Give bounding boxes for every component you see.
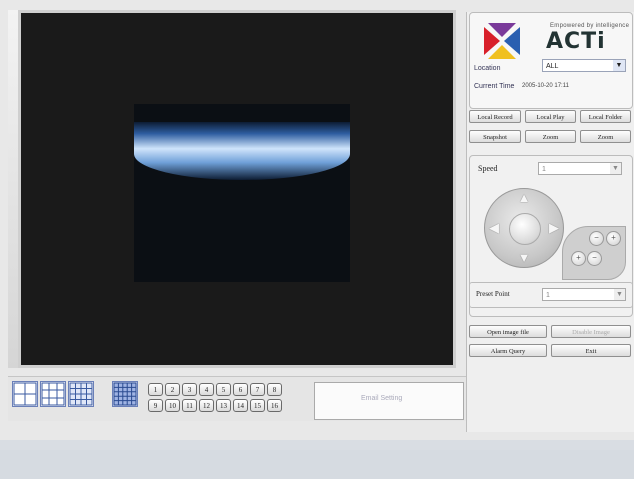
focus-near-icon[interactable]: + <box>571 251 586 266</box>
focus-far-icon[interactable]: − <box>587 251 602 266</box>
channel-10-button[interactable]: 10 <box>165 399 180 412</box>
alarm-query-button[interactable]: Alarm Query <box>469 344 547 357</box>
snapshot-button[interactable]: Snapshot <box>469 130 521 143</box>
video-feed[interactable] <box>134 104 350 282</box>
zoom-in-icon[interactable]: + <box>606 231 621 246</box>
layout-5x5-icon[interactable] <box>112 381 138 407</box>
channel-4-button[interactable]: 4 <box>199 383 214 396</box>
preset-value: 1 <box>546 292 550 299</box>
channel-6-button[interactable]: 6 <box>233 383 248 396</box>
preset-row: Preset Point 1 ▼ <box>469 282 633 308</box>
channel-2-button[interactable]: 2 <box>165 383 180 396</box>
ptz-home-button[interactable] <box>509 213 541 245</box>
local-play-button[interactable]: Local Play <box>525 110 576 123</box>
taskbar-area <box>0 450 634 479</box>
local-folder-button[interactable]: Local Folder <box>580 110 631 123</box>
chevron-down-icon[interactable]: ▼ <box>610 163 621 174</box>
channel-13-button[interactable]: 13 <box>216 399 231 412</box>
channel-3-button[interactable]: 3 <box>182 383 197 396</box>
speed-value: 1 <box>542 166 546 173</box>
channel-15-button[interactable]: 15 <box>250 399 265 412</box>
brand-name: ACTi <box>546 29 606 54</box>
zoom-focus-pad: − + + − <box>562 226 626 280</box>
channel-16-button[interactable]: 16 <box>267 399 282 412</box>
location-select[interactable]: ALL ▼ <box>542 59 626 72</box>
channel-9-button[interactable]: 9 <box>148 399 163 412</box>
channel-7-button[interactable]: 7 <box>250 383 265 396</box>
arrow-down-icon[interactable]: ▼ <box>517 251 531 265</box>
channel-12-button[interactable]: 12 <box>199 399 214 412</box>
status-panel: Email Setting <box>314 382 464 420</box>
zoom-button-2[interactable]: Zoom <box>580 130 631 143</box>
acti-logo-icon <box>484 23 520 59</box>
current-time-label: Current Time <box>474 83 515 90</box>
app-window: Empowered by intelligence ACTi Location … <box>0 0 634 440</box>
layout-3x3-icon[interactable] <box>40 381 66 407</box>
channel-8-button[interactable]: 8 <box>267 383 282 396</box>
zoom-out-icon[interactable]: − <box>589 231 604 246</box>
arrow-up-icon[interactable]: ▲ <box>517 191 531 205</box>
location-value: ALL <box>546 63 559 70</box>
location-label: Location <box>474 65 501 72</box>
preset-select[interactable]: 1 ▼ <box>542 288 626 301</box>
current-time-value: 2005-10-20 17:11 <box>522 83 569 89</box>
earth-image <box>134 122 350 180</box>
layout-1x1-icon[interactable] <box>12 381 38 407</box>
video-display <box>18 10 456 368</box>
channel-11-button[interactable]: 11 <box>182 399 197 412</box>
channel-5-button[interactable]: 5 <box>216 383 231 396</box>
exit-button[interactable]: Exit <box>551 344 631 357</box>
speed-select[interactable]: 1 ▼ <box>538 162 622 175</box>
local-record-button[interactable]: Local Record <box>469 110 521 123</box>
chevron-down-icon[interactable]: ▼ <box>614 289 625 300</box>
status-text: Email Setting <box>361 395 403 402</box>
ptz-direction-pad[interactable]: ▲ ▼ ◀ ▶ <box>484 188 564 268</box>
arrow-left-icon[interactable]: ◀ <box>487 221 501 235</box>
channel-1-button[interactable]: 1 <box>148 383 163 396</box>
header-box: Empowered by intelligence ACTi Location … <box>469 12 633 109</box>
control-panel: Empowered by intelligence ACTi Location … <box>466 12 634 432</box>
speed-label: Speed <box>478 164 498 173</box>
layout-4x4-icon[interactable] <box>68 381 94 407</box>
chevron-down-icon[interactable]: ▼ <box>613 60 625 71</box>
open-image-file-button[interactable]: Open image file <box>469 325 547 338</box>
zoom-button-1[interactable]: Zoom <box>525 130 576 143</box>
disable-image-button: Disable Image <box>551 325 631 338</box>
preset-label: Preset Point <box>476 290 510 298</box>
arrow-right-icon[interactable]: ▶ <box>547 221 561 235</box>
channel-14-button[interactable]: 14 <box>233 399 248 412</box>
